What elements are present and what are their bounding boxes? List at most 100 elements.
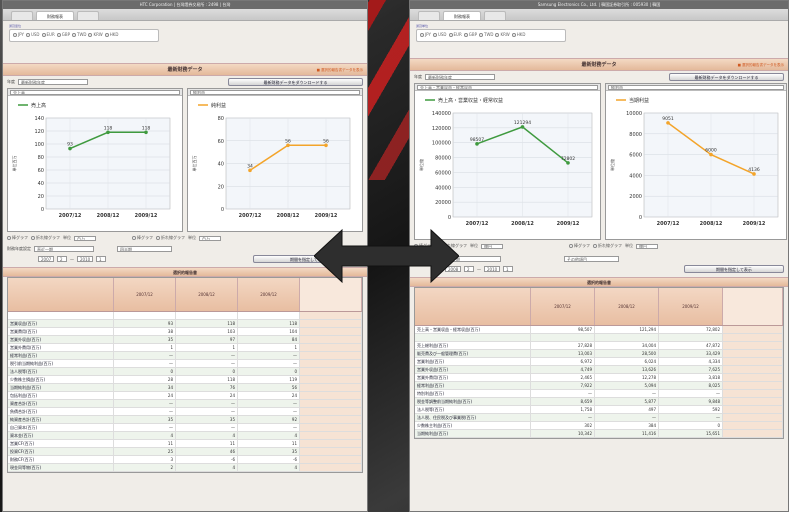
bar-graph-option[interactable]: 棒グラフ [7, 235, 28, 241]
table-cell: 97 [176, 336, 238, 343]
unit-select[interactable]: 百万 [199, 235, 221, 241]
year-row: 年度 最新財務年度 最新財務データをダウンロードする [410, 71, 788, 83]
y-tick-label: 0 [448, 215, 451, 221]
radio-usd[interactable]: USD [25, 32, 40, 37]
table-row: 法人税等(百万) 0 0 0 [8, 368, 362, 376]
radio-eur[interactable]: EUR [41, 32, 55, 37]
chart-legend: 売上高・営業収益・経常収益 [425, 97, 503, 104]
tab-overview[interactable] [11, 11, 33, 20]
table-cell [531, 334, 595, 341]
table-cell: 9,848 [659, 398, 723, 405]
table-row: 営業外費用(百万) 2,465 12,278 3,818 [415, 374, 783, 382]
year-select[interactable]: 最新財務年度 [18, 79, 88, 85]
bar-graph-option[interactable]: 棒グラフ [569, 243, 590, 249]
section-hint-link[interactable]: ■ 選択的報告書データを表示 [738, 59, 784, 71]
radio-circle-icon [56, 32, 61, 37]
data-label: 72802 [561, 156, 575, 162]
table-cell: 38 [114, 328, 176, 335]
col-header: 2009/12 [238, 278, 300, 311]
chart-item-select[interactable]: 純利益 [190, 89, 360, 95]
data-label: 4136 [748, 167, 760, 173]
x-tick-label: 2009/12 [743, 221, 766, 227]
notes-cell [300, 424, 362, 431]
row-name: 負債合計(百万) [8, 408, 114, 415]
bar-graph-option[interactable]: 棒グラフ [132, 235, 153, 241]
section-hint-link[interactable]: ■ 選択的報告書データを表示 [317, 64, 363, 76]
row-name [8, 312, 114, 319]
notes-cell [723, 358, 783, 365]
latest-financials-header: 最新財務データ ■ 選択的報告書データを表示 [410, 58, 788, 71]
period-item-select[interactable]: 四半期 [117, 246, 172, 252]
table-row: 営業利益(百万) 6,972 6,024 4,334 [415, 358, 783, 366]
table-cell: — [595, 414, 659, 421]
from-quarter-select[interactable]: 2 [57, 256, 67, 262]
notes-cell [723, 398, 783, 405]
table-cell: — [531, 414, 595, 421]
radio-gbp[interactable]: GBP [56, 32, 70, 37]
line-graph-option[interactable]: 折れ線グラフ [31, 235, 60, 241]
chart-left: 売上高・営業収益・経常収益 売上高・営業収益・経常収益 0 20000 40000 60… [414, 83, 601, 240]
table-cell: 93 [114, 320, 176, 327]
radio-twd[interactable]: TWD [72, 32, 86, 37]
chart-legend: 売上高 [18, 102, 46, 109]
radio-usd[interactable]: USD [432, 32, 447, 37]
to-year-select[interactable]: 2010 [484, 266, 500, 272]
unit-select[interactable]: 百万 [74, 235, 96, 241]
chart-item-select[interactable]: 純利益 [608, 84, 784, 90]
chart-item-select[interactable]: 売上高・営業収益・経常収益 [417, 84, 598, 90]
period-row-2: 2008 2 — 2010 1 期間を指定して表示 [410, 264, 788, 274]
year-select[interactable]: 最新財務年度 [425, 74, 495, 80]
financial-table: 2007/12 2008/12 2009/12 売上高・営業収益・経常収益(百万… [414, 287, 784, 439]
table-cell: 4 [176, 432, 238, 439]
chart-legend: 純利益 [198, 102, 226, 109]
radio-twd[interactable]: TWD [479, 32, 493, 37]
line-graph-option[interactable]: 折れ線グラフ [593, 243, 622, 249]
to-quarter-select[interactable]: 1 [96, 256, 106, 262]
download-button[interactable]: 最新財務データをダウンロードする [228, 78, 363, 86]
from-year-select[interactable]: 2007 [38, 256, 54, 262]
radio-krw[interactable]: KRW [495, 32, 510, 37]
apply-period-button[interactable]: 期間を指定して表示 [684, 265, 784, 273]
table-cell: — [114, 352, 176, 359]
radio-krw[interactable]: KRW [88, 32, 103, 37]
table-cell: 4,334 [659, 358, 723, 365]
unit-select[interactable]: 億円 [636, 243, 658, 249]
radio-eur[interactable]: EUR [448, 32, 462, 37]
window-title: Samsung Electronics Co., Ltd. | 韓国証券取引所 … [410, 1, 788, 9]
chart-svg: 純利益 0 20 40 60 80 2007/12 2008/12 2009/12 単位百万 34 5… [191, 102, 351, 219]
tab-financials[interactable]: 財務報表 [443, 11, 481, 20]
y-tick-label: 40 [38, 181, 44, 187]
radio-gbp[interactable]: GBP [463, 32, 477, 37]
line-graph-option[interactable]: 折れ線グラフ [156, 235, 185, 241]
col-header-notes [723, 288, 783, 325]
from-quarter-select[interactable]: 2 [464, 266, 474, 272]
row-name: 営業収益(百万) [8, 320, 114, 327]
to-year-select[interactable]: 2010 [77, 256, 93, 262]
radio-jpy[interactable]: JPY [420, 32, 431, 37]
radio-circle-icon [104, 32, 109, 37]
tab-other[interactable] [77, 11, 99, 20]
table-body: 営業収益(百万) 93 118 118 営業費用(百万) 38 103 104 営業外収益(百万… [8, 312, 362, 472]
tab-financials[interactable]: 財務報表 [36, 11, 74, 20]
table-cell: 7,922 [531, 382, 595, 389]
table-cell: 104 [238, 328, 300, 335]
y-tick-label: 2000 [629, 194, 642, 200]
radio-hkd[interactable]: HKD [104, 32, 118, 37]
radio-jpy[interactable]: JPY [13, 32, 24, 37]
radio-circle-icon [13, 32, 17, 37]
radio-circle-icon [495, 32, 500, 37]
chart-item-select[interactable]: 売上高 [10, 89, 180, 95]
table-cell: 4,749 [531, 366, 595, 373]
tab-overview[interactable] [418, 11, 440, 20]
period-item-select[interactable]: その他項目 [564, 256, 619, 262]
download-button[interactable]: 最新財務データをダウンロードする [669, 73, 784, 81]
table-cell: 10,342 [531, 430, 595, 437]
tab-other[interactable] [484, 11, 506, 20]
unit-select[interactable]: 億円 [481, 243, 503, 249]
radio-hkd[interactable]: HKD [511, 32, 525, 37]
y-tick-label: 40000 [435, 185, 451, 191]
period-type-select[interactable]: 直近一期 [34, 246, 94, 252]
radio-circle-icon [25, 32, 30, 37]
notes-cell [300, 392, 362, 399]
to-quarter-select[interactable]: 1 [503, 266, 513, 272]
